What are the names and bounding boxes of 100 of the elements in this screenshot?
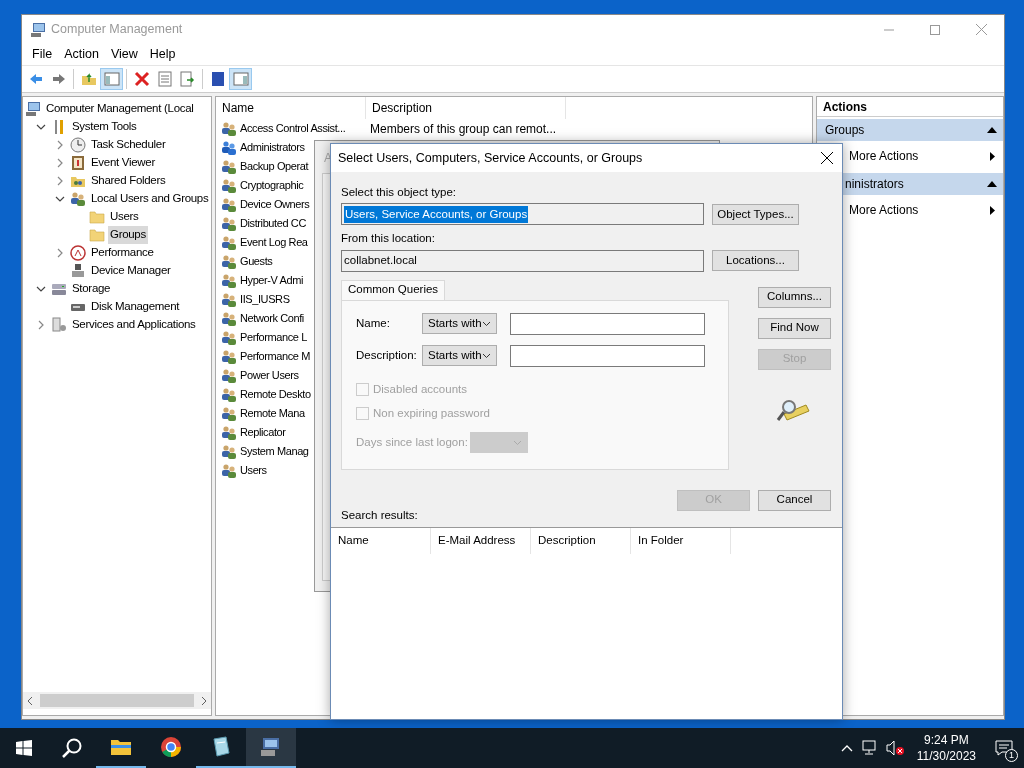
tree-item[interactable]: Groups [108,226,148,244]
query-input[interactable] [510,312,705,335]
window-title: Computer Management [51,21,183,39]
group-icon [221,272,237,289]
column-header[interactable]: In Folder [631,527,731,554]
log-book-icon [70,155,86,171]
chevron-down-icon [513,439,522,446]
group-name[interactable]: Cryptographic [240,177,304,194]
query-input[interactable] [510,344,705,367]
section-header[interactable]: Groups [817,119,1003,141]
dialog-title: Select Users, Computers, Service Accounts, or Groups [338,149,643,167]
side-button[interactable]: Find Now [758,317,831,339]
group-name[interactable]: System Manag [240,443,309,460]
group-name[interactable]: Event Log Rea [240,234,308,251]
checkbox-label: Non expiring password [373,405,490,421]
group-icon [221,215,237,232]
locations-button[interactable]: Locations... [712,250,799,271]
group-name[interactable]: Network Confi [240,310,304,327]
folder-icon [89,209,105,225]
group-icon [221,158,237,175]
menu-item[interactable]: View [104,45,144,64]
tree-item[interactable]: Event Viewer [89,154,157,172]
group-icon [70,191,86,207]
column-header[interactable]: E-Mail Address [431,527,531,554]
group-name[interactable]: Remote Mana [240,405,305,422]
tree-item[interactable]: Performance [89,244,156,262]
menu-item[interactable]: Help [143,45,182,64]
query-label: Description: [356,347,418,363]
tree-item[interactable]: Services and Applications [70,316,198,334]
collapse-caret-icon [987,181,997,187]
dropdown[interactable]: Starts with [422,313,497,334]
group-description: Members of this group can remot... [369,120,557,138]
group-name[interactable]: Performance L [240,329,307,346]
chevron-up-icon[interactable] [840,744,853,752]
tree-item[interactable]: Shared Folders [89,172,168,190]
group-icon [221,424,237,441]
group-icon [221,386,237,403]
menu-item[interactable]: Action [58,45,105,64]
group-name[interactable]: Device Owners [240,196,310,213]
group-name[interactable]: Remote Deskto [240,386,311,403]
group-name[interactable]: Administrators [240,139,305,156]
field-label: Select this object type: [341,185,458,200]
close-icon[interactable] [820,151,834,165]
gauge-icon [70,245,86,261]
services-icon [51,317,67,333]
action-item[interactable]: More Actions [817,141,1003,171]
group-name[interactable]: Access Control Assist... [240,120,346,137]
group-name[interactable]: Distributed CC [240,215,306,232]
chevron-down-icon [482,352,491,359]
tree-item[interactable]: System Tools [70,118,139,136]
column-header[interactable]: Name [331,527,431,554]
object-types-button[interactable]: Object Types... [712,203,799,225]
group-name[interactable]: Users [240,462,267,479]
object-type-field[interactable]: Users, Service Accounts, or Groups [341,203,704,226]
cancel-button[interactable]: Cancel [758,489,831,511]
location-field[interactable]: collabnet.local [341,249,704,272]
pane-toggle-icon[interactable] [229,68,252,90]
clock-time[interactable]: 9:24 PM [924,732,969,748]
tree-item[interactable]: Device Manager [89,262,173,280]
muted-speaker-icon[interactable] [885,740,906,756]
group-name[interactable]: Hyper-V Admi [240,272,304,289]
tree-item[interactable]: Disk Management [89,298,182,316]
dropdown[interactable]: Starts with [422,345,497,366]
tab[interactable]: Common Queries [341,279,446,300]
group-name[interactable]: Replicator [240,424,286,441]
scroll-right-icon[interactable] [200,696,208,705]
tree-item[interactable]: Users [108,208,141,226]
group-icon [221,139,237,156]
group-name[interactable]: Guests [240,253,273,270]
menu-item[interactable]: File [26,45,59,64]
group-icon [221,177,237,194]
tree-item[interactable]: Storage [70,280,113,298]
chevron-down-icon [482,320,491,327]
group-icon [221,367,237,384]
group-icon [221,462,237,479]
group-name[interactable]: Backup Operat [240,158,309,175]
group-icon [221,196,237,213]
tree-item[interactable]: Task Scheduler [89,136,168,154]
clock-date[interactable]: 11/30/2023 [916,748,976,764]
group-name[interactable]: Power Users [240,367,299,384]
group-name[interactable]: Performance M [240,348,310,365]
storage-icon [51,281,67,297]
column-header[interactable]: Description [531,527,631,554]
side-button[interactable]: Columns... [758,286,831,308]
days-label: Days since last logon: [356,434,469,450]
column-header[interactable]: Description [366,97,566,119]
scroll-left-icon[interactable] [26,696,34,705]
action-item[interactable]: More Actions [817,195,1003,225]
column-header[interactable]: Name [216,97,366,119]
notification-center[interactable]: 1 [984,728,1024,768]
horizontal-scrollbar[interactable] [23,692,211,709]
pane-toggle-icon[interactable] [100,68,123,90]
group-name[interactable]: IIS_IUSRS [240,291,290,308]
folder-icon [89,227,105,243]
tree-item[interactable]: Local Users and Groups [89,190,211,208]
computer-icon[interactable] [246,728,296,768]
group-icon [221,234,237,251]
computer-icon [25,101,41,117]
tree-item[interactable]: Computer Management (Local [44,100,196,118]
clock-icon [70,137,86,153]
